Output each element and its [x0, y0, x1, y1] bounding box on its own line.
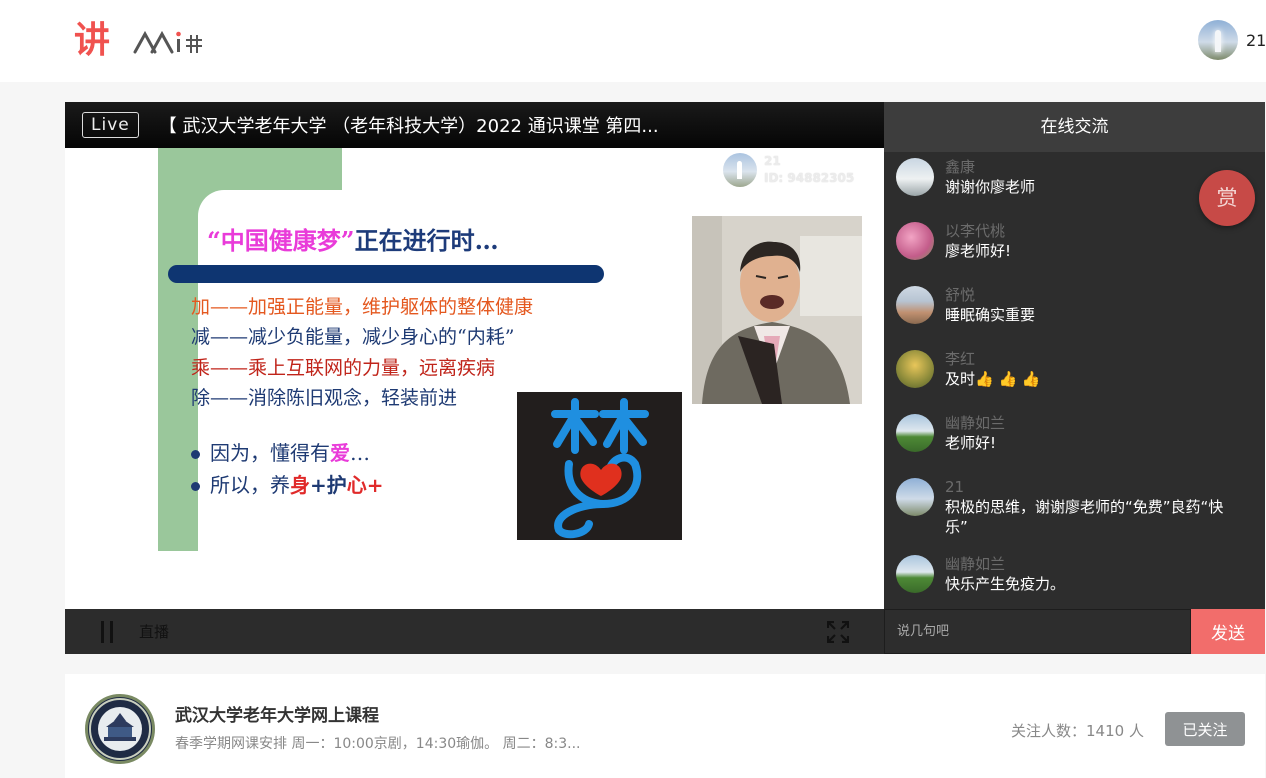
chat-username[interactable]: 以李代桃	[945, 222, 1235, 241]
chat-username[interactable]: 舒悦	[945, 286, 1235, 305]
chat-text: 及时👍 👍 👍	[945, 370, 1041, 388]
chat-panel: 在线交流 鑫康 谢谢你廖老师 以李代桃 廖老师好! 舒悦 睡眠确实重要 李红 及…	[884, 102, 1265, 654]
dream-graphic: 梦	[517, 392, 682, 540]
chat-text: 廖老师好!	[945, 242, 1012, 260]
slide-heading-quote: “中国健康梦”	[207, 226, 355, 255]
chat-username[interactable]: 李红	[945, 350, 1235, 369]
watermark-id: ID: 94882305	[764, 171, 855, 185]
teacher-camera	[692, 216, 862, 404]
chat-username[interactable]: 21	[945, 478, 1235, 497]
chat-input[interactable]	[884, 609, 1191, 654]
watermark-avatar	[723, 153, 757, 187]
chat-message: 李红 及时👍 👍 👍	[896, 350, 1256, 389]
video-stage[interactable]: “中国健康梦”正在进行时… 加——加强正能量，维护躯体的整体健康 减——减少负能…	[65, 148, 884, 609]
chat-message: 21 积极的思维，谢谢廖老师的“免费”良药“快乐”	[896, 478, 1256, 537]
top-bar: 讲 21	[0, 0, 1266, 82]
bullet-dot-icon	[191, 482, 200, 491]
chat-avatar[interactable]	[896, 286, 934, 324]
bullet-text: …	[350, 441, 370, 465]
watermark-name: 21	[764, 154, 781, 168]
chat-text: 积极的思维，谢谢廖老师的“免费”良药“快乐”	[945, 498, 1224, 536]
user-watermark: 21 ID: 94882305	[723, 153, 854, 187]
chat-username[interactable]: 鑫康	[945, 158, 1235, 177]
stream-title: 【 武汉大学老年大学 （老年科技大学）2022 通识课堂 第四...	[158, 116, 659, 137]
slide-bullet-love: 因为，懂得有爱…	[191, 437, 370, 466]
chat-text: 老师好!	[945, 434, 997, 452]
player-controls: 直播	[65, 609, 884, 654]
video-player: Live 【 武汉大学老年大学 （老年科技大学）2022 通识课堂 第四... …	[65, 102, 884, 654]
chat-avatar[interactable]	[896, 478, 934, 516]
slide-line-subtract: 减——减少负能量，减少身心的“内耗”	[191, 326, 515, 348]
pause-icon[interactable]	[101, 620, 115, 643]
chat-text: 睡眠确实重要	[945, 306, 1036, 324]
bullet-text: +护	[310, 473, 347, 497]
chat-message: 舒悦 睡眠确实重要	[896, 286, 1256, 325]
chat-avatar[interactable]	[896, 414, 934, 452]
bullet-text: 所以，养	[210, 473, 290, 497]
chat-username[interactable]: 幽静如兰	[945, 414, 1235, 433]
slide-bullet-care: 所以，养身+护心+	[191, 469, 384, 498]
player-header: Live 【 武汉大学老年大学 （老年科技大学）2022 通识课堂 第四...	[65, 102, 884, 148]
user-avatar[interactable]	[1198, 20, 1238, 60]
watermark-text: 21 ID: 94882305	[764, 153, 854, 187]
chat-avatar[interactable]	[896, 350, 934, 388]
fullscreen-icon[interactable]	[827, 621, 849, 643]
chat-message-list[interactable]: 鑫康 谢谢你廖老师 以李代桃 廖老师好! 舒悦 睡眠确实重要 李红 及时👍 👍 …	[884, 152, 1265, 608]
slide-line-divide: 除——消除陈旧观念，轻装前进	[191, 387, 458, 409]
chat-text: 快乐产生免疫力。	[945, 575, 1066, 593]
slide-line-add: 加——加强正能量，维护躯体的整体健康	[191, 296, 534, 318]
user-menu[interactable]: 21	[1198, 20, 1266, 60]
chat-message: 幽静如兰 老师好!	[896, 414, 1256, 453]
slide-heading-rest: 正在进行时…	[354, 226, 499, 255]
chat-avatar[interactable]	[896, 555, 934, 593]
chat-avatar[interactable]	[896, 222, 934, 260]
dream-heart-icon	[551, 398, 649, 539]
university-emblem-icon	[89, 698, 151, 760]
channel-card: 武汉大学老年大学网上课程 春季学期网课安排 周一：10:00京剧，14:30瑜伽…	[65, 674, 1265, 778]
bullet-dot-icon	[191, 450, 200, 459]
channel-logo[interactable]	[85, 694, 155, 764]
teacher-video-feed	[692, 216, 862, 404]
reward-button[interactable]: 赏	[1199, 170, 1255, 226]
send-button[interactable]: 发送	[1191, 609, 1265, 654]
chat-title: 在线交流	[884, 102, 1265, 152]
bullet-text: 因为，懂得有	[210, 441, 330, 465]
slide-heading: “中国健康梦”正在进行时…	[207, 221, 499, 256]
live-status-label: 直播	[139, 623, 170, 641]
chat-message: 以李代桃 廖老师好!	[896, 222, 1256, 261]
channel-description: 春季学期网课安排 周一：10:00京剧，14:30瑜伽。 周二：8:3...	[175, 736, 581, 752]
bullet-accent: 身	[290, 473, 310, 497]
logo-wordmark	[132, 26, 206, 56]
user-name[interactable]: 21	[1246, 31, 1266, 50]
chat-avatar[interactable]	[896, 158, 934, 196]
bullet-accent: 爱	[330, 441, 350, 465]
chat-message: 幽静如兰 快乐产生免疫力。	[896, 555, 1256, 594]
live-badge: Live	[82, 112, 139, 138]
chat-text: 谢谢你廖老师	[945, 178, 1036, 196]
follow-button[interactable]: 已关注	[1165, 712, 1245, 746]
channel-name[interactable]: 武汉大学老年大学网上课程	[175, 701, 379, 726]
slide-divider	[168, 265, 604, 283]
logo-mark: 讲	[74, 20, 111, 61]
site-logo[interactable]: 讲	[74, 18, 206, 64]
logo-wordmark-graphic	[133, 30, 203, 54]
chat-username[interactable]: 幽静如兰	[945, 555, 1235, 574]
chat-compose: 发送	[884, 609, 1265, 654]
follower-count: 关注人数：1410 人	[1011, 722, 1144, 740]
slide-line-multiply: 乘——乘上互联网的力量，远离疾病	[191, 357, 496, 379]
bullet-accent: 心+	[346, 473, 384, 497]
